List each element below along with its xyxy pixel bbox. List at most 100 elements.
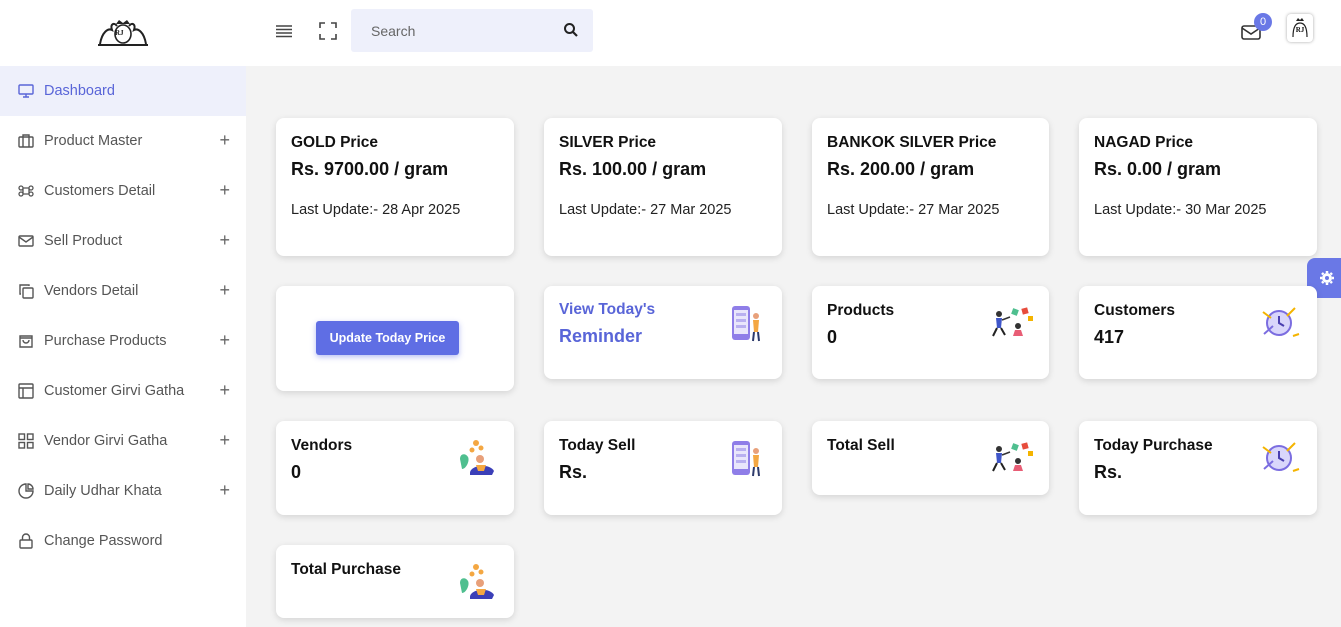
avatar[interactable]: RJ [1287, 14, 1313, 42]
sidebar-item-label: Purchase Products [44, 333, 167, 349]
products-card: Products 0 [812, 286, 1049, 379]
customers-card: Customers 417 [1079, 286, 1317, 379]
expand-plus-icon[interactable]: + [219, 381, 230, 399]
top-header: 0 RJ [246, 0, 1341, 66]
card-title: Total Purchase [291, 561, 401, 578]
update-today-price-button[interactable]: Update Today Price [316, 321, 459, 355]
reminder-card[interactable]: View Today's Reminder [544, 286, 782, 379]
today-sell-card: Today Sell Rs. [544, 421, 782, 515]
bankok-silver-price-card: BANKOK SILVER Price Rs. 200.00 / gram La… [812, 118, 1049, 256]
monitor-icon [17, 83, 34, 100]
vendors-card: Vendors 0 [276, 421, 514, 515]
copy-icon [17, 283, 34, 300]
nagad-price-card: NAGAD Price Rs. 0.00 / gram Last Update:… [1079, 118, 1317, 256]
sidebar-item-label: Daily Udhar Khata [44, 483, 162, 499]
card-value: 0 [291, 462, 302, 482]
card-title: Today Purchase [1094, 437, 1213, 454]
last-update-text: Last Update:- 27 Mar 2025 [827, 202, 1000, 218]
sidebar-item-customers-detail[interactable]: Customers Detail + [0, 166, 246, 216]
card-title: Products [827, 302, 895, 319]
card-value: Rs. 0.00 / gram [1094, 159, 1222, 179]
clock-illustration-icon [1262, 307, 1300, 337]
search-box [351, 8, 593, 53]
card-title: Today Sell [559, 437, 636, 454]
sidebar-item-sell-product[interactable]: Sell Product + [0, 216, 246, 266]
sidebar-item-label: Customers Detail [44, 183, 156, 199]
reminder-link[interactable]: View Today's [559, 301, 655, 319]
expand-plus-icon[interactable]: + [219, 131, 230, 149]
card-value: Rs. [1094, 462, 1123, 482]
sidebar-item-label: Dashboard [44, 83, 115, 99]
card-title: SILVER Price [559, 134, 657, 151]
expand-plus-icon[interactable]: + [219, 231, 230, 249]
sidebar-nav: Dashboard Product Master + Customers Det… [0, 66, 246, 566]
expand-plus-icon[interactable]: + [219, 481, 230, 499]
last-update-text: Last Update:- 28 Apr 2025 [291, 202, 461, 218]
phone-list-illustration-icon [732, 306, 760, 342]
phone-list-illustration-icon [732, 441, 760, 477]
menu-toggle-icon[interactable] [275, 22, 293, 40]
card-value: 0 [827, 327, 838, 347]
sidebar-item-purchase-products[interactable]: Purchase Products + [0, 316, 246, 366]
card-value: Rs. [559, 462, 588, 482]
card-value: Rs. 200.00 / gram [827, 159, 975, 179]
sidebar-item-label: Vendors Detail [44, 283, 139, 299]
lock-icon [17, 533, 34, 550]
brand-logo[interactable]: RJ [0, 0, 246, 66]
notification-badge: 0 [1254, 13, 1272, 31]
total-sell-card: Total Sell [812, 421, 1049, 495]
sidebar-item-label: Change Password [44, 533, 163, 549]
total-purchase-card: Total Purchase [276, 545, 514, 618]
gear-icon [1320, 271, 1334, 285]
briefcase-icon [17, 133, 34, 150]
update-price-card: Update Today Price [276, 286, 514, 391]
grid-icon [17, 433, 34, 450]
layout-icon [17, 383, 34, 400]
fullscreen-icon[interactable] [319, 22, 337, 40]
person-coins-illustration-icon [460, 564, 494, 599]
card-title: GOLD Price [291, 134, 378, 151]
expand-plus-icon[interactable]: + [219, 181, 230, 199]
people-illustration-icon [992, 442, 1033, 472]
clock-illustration-icon [1262, 442, 1300, 472]
gold-price-card: GOLD Price Rs. 9700.00 / gram Last Updat… [276, 118, 514, 256]
avatar-text: RJ [1295, 26, 1305, 34]
silver-price-card: SILVER Price Rs. 100.00 / gram Last Upda… [544, 118, 782, 256]
people-illustration-icon [992, 307, 1033, 337]
sidebar-item-dashboard[interactable]: Dashboard [0, 66, 246, 116]
sidebar-item-vendor-girvi-gatha[interactable]: Vendor Girvi Gatha + [0, 416, 246, 466]
person-coins-illustration-icon [460, 440, 494, 475]
brand-logo-text: RJ [115, 29, 124, 37]
expand-plus-icon[interactable]: + [219, 331, 230, 349]
sidebar-item-customer-girvi-gatha[interactable]: Customer Girvi Gatha + [0, 366, 246, 416]
today-purchase-card: Today Purchase Rs. [1079, 421, 1317, 515]
sidebar-item-label: Vendor Girvi Gatha [44, 433, 168, 449]
sidebar-item-label: Sell Product [44, 233, 123, 249]
card-value: Rs. 9700.00 / gram [291, 159, 449, 179]
search-icon[interactable] [563, 22, 579, 38]
sidebar-item-change-password[interactable]: Change Password [0, 516, 246, 566]
sidebar-item-label: Customer Girvi Gatha [44, 383, 185, 399]
sidebar-item-vendors-detail[interactable]: Vendors Detail + [0, 266, 246, 316]
expand-plus-icon[interactable]: + [219, 281, 230, 299]
card-title: Total Sell [827, 437, 895, 454]
card-title: BANKOK SILVER Price [827, 134, 997, 151]
reminder-link[interactable]: Reminder [559, 326, 642, 347]
command-icon [17, 183, 34, 200]
card-title: NAGAD Price [1094, 134, 1194, 151]
search-input[interactable] [351, 8, 563, 53]
mail-icon [17, 233, 34, 250]
sidebar: RJ Dashboard Product Master + Customers … [0, 0, 246, 627]
pie-chart-icon [17, 483, 34, 500]
card-value: 417 [1094, 327, 1125, 347]
card-title: Customers [1094, 302, 1175, 319]
last-update-text: Last Update:- 27 Mar 2025 [559, 202, 732, 218]
sidebar-item-product-master[interactable]: Product Master + [0, 116, 246, 166]
sidebar-item-label: Product Master [44, 133, 143, 149]
expand-plus-icon[interactable]: + [219, 431, 230, 449]
sidebar-item-daily-udhar-khata[interactable]: Daily Udhar Khata + [0, 466, 246, 516]
shopping-bag-icon [17, 333, 34, 350]
card-value: Rs. 100.00 / gram [559, 159, 707, 179]
last-update-text: Last Update:- 30 Mar 2025 [1094, 202, 1267, 218]
card-title: Vendors [291, 437, 353, 454]
